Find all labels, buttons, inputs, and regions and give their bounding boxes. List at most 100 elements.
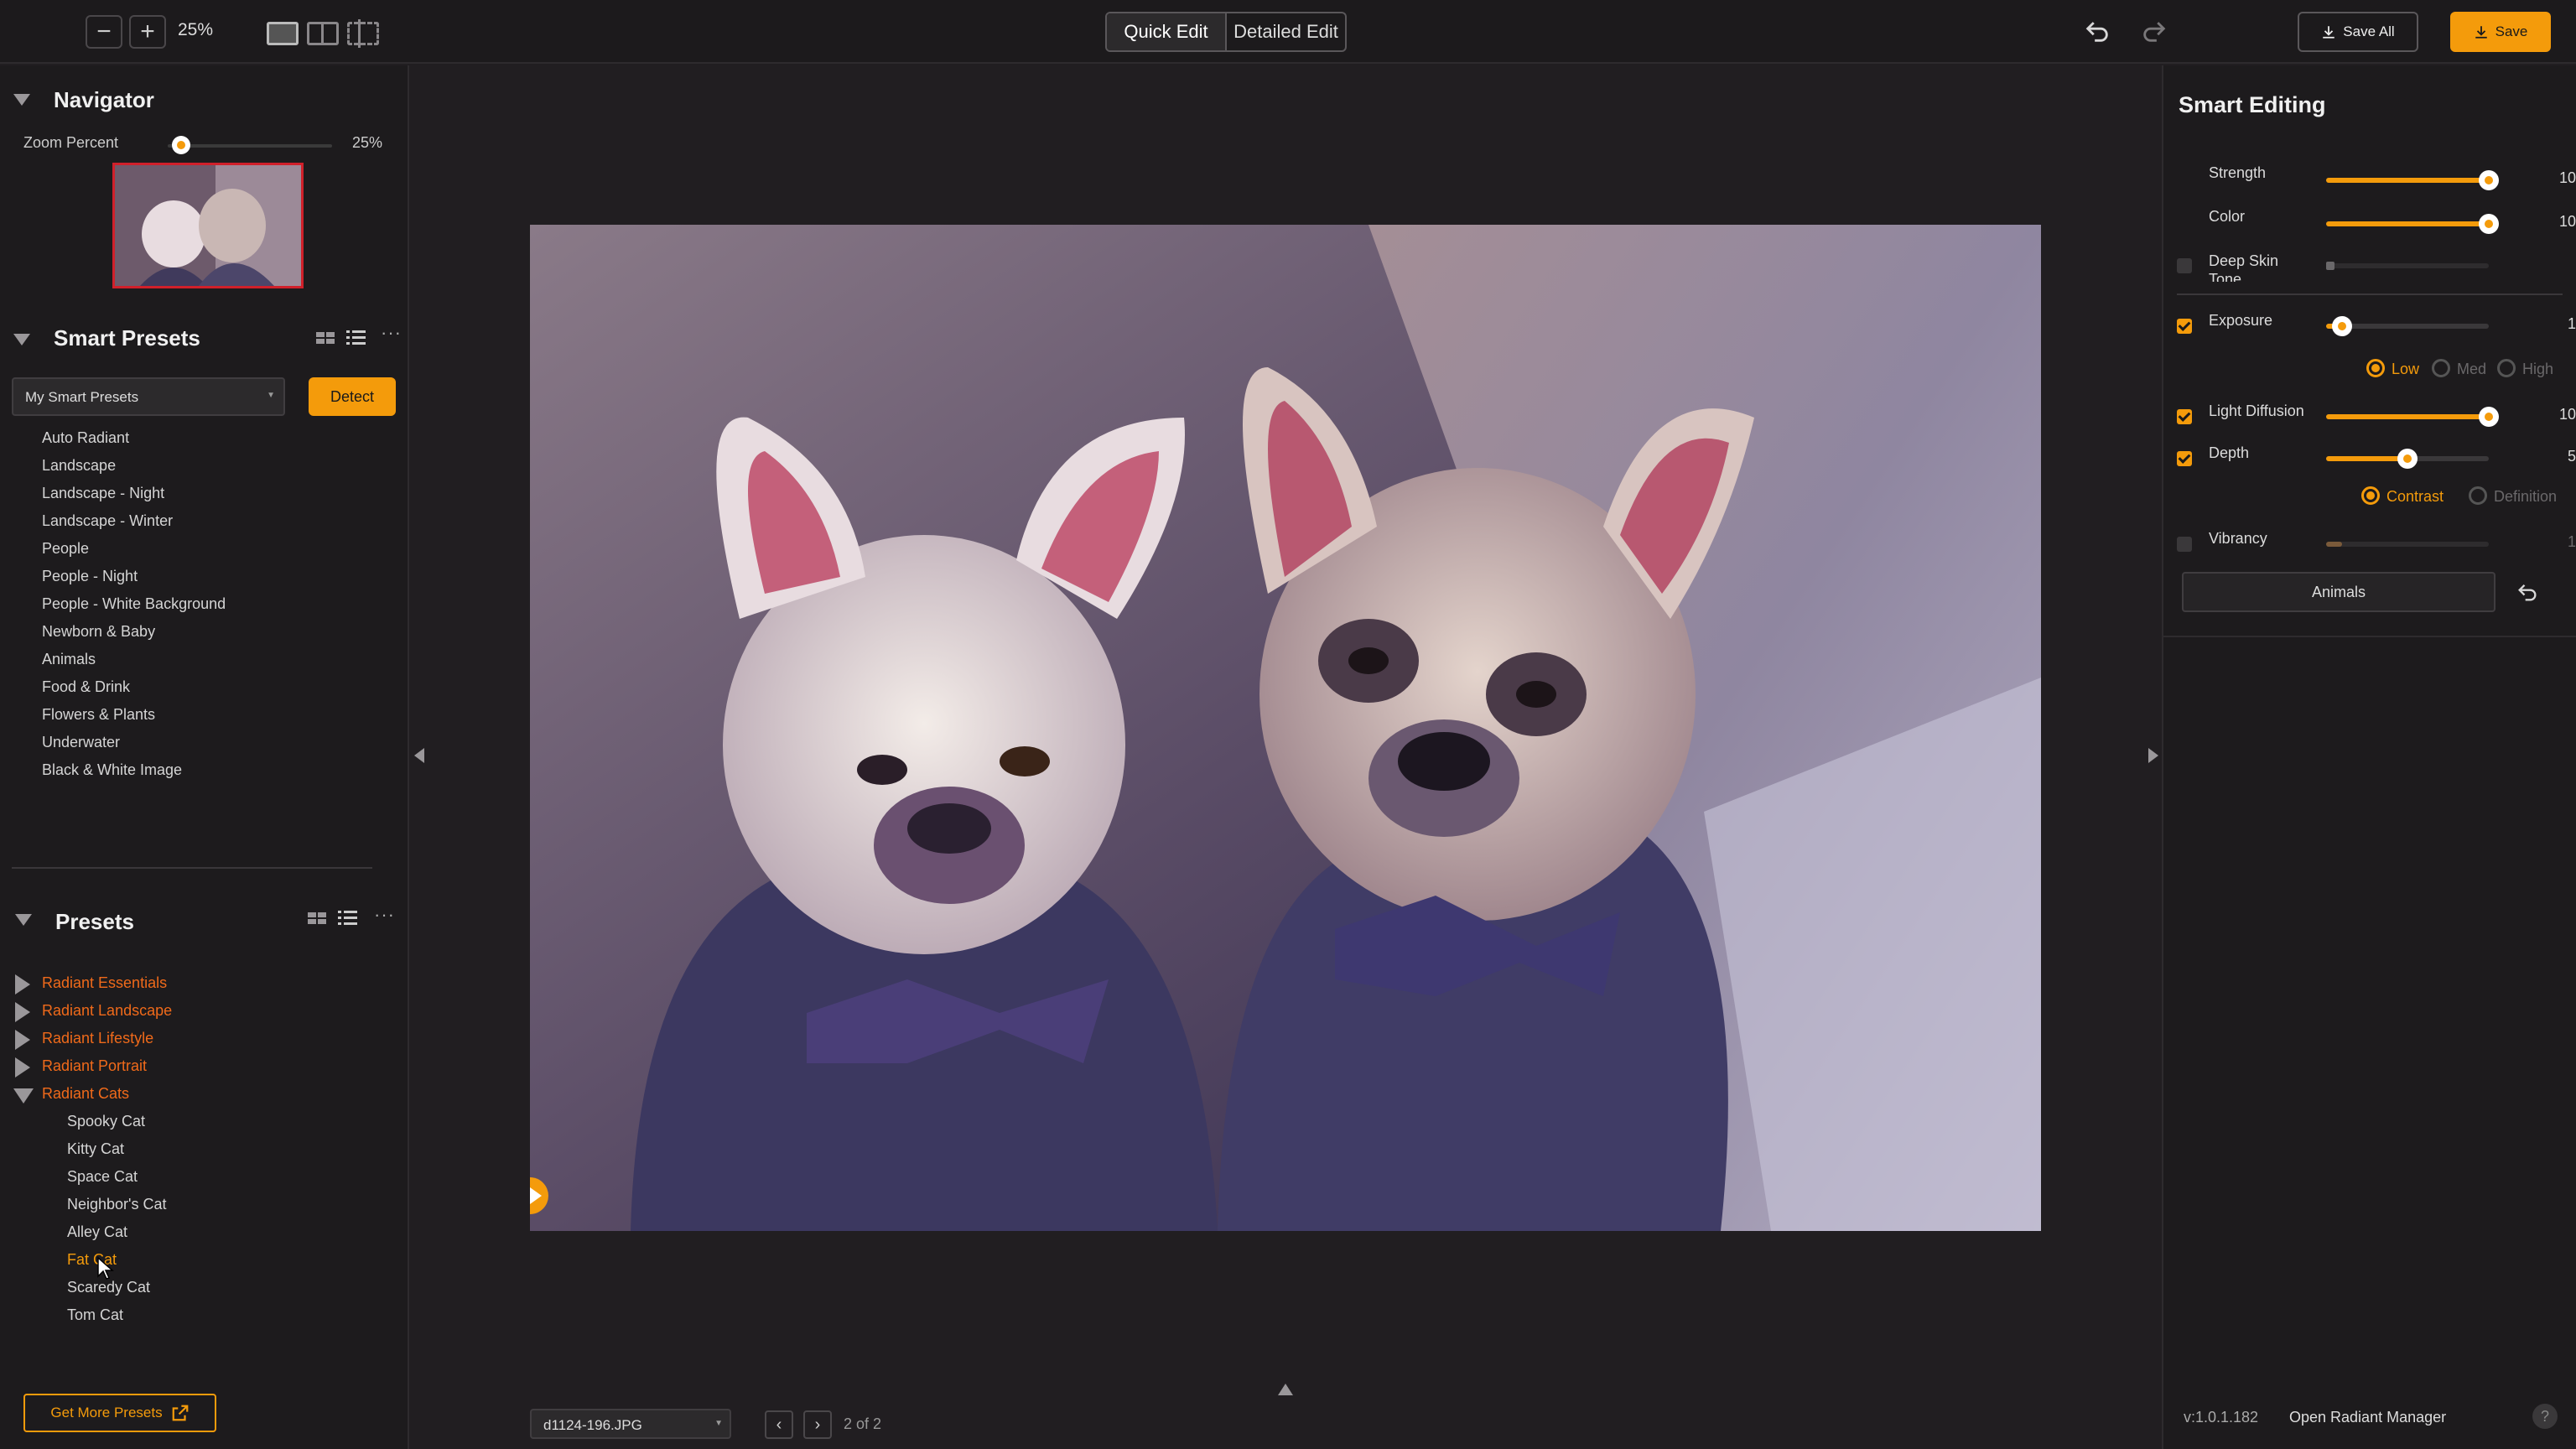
compare-view-icon[interactable] [347,19,379,48]
zoom-percent-value: 25% [352,134,383,151]
edit-mode-toggle: Quick Edit Detailed Edit [1105,12,1347,52]
zoom-in-icon: + [140,18,155,45]
collapse-right-panel-icon[interactable] [2148,748,2158,763]
smart-preset-item[interactable]: People - Night [42,568,138,585]
smart-preset-item[interactable]: Landscape - Night [42,485,164,502]
smart-preset-item[interactable]: Auto Radiant [42,429,129,447]
next-image-button[interactable]: › [803,1410,832,1439]
previous-image-button[interactable]: ‹ [765,1410,793,1439]
smart-preset-item[interactable]: Flowers & Plants [42,706,155,724]
strength-slider-knob[interactable] [2479,170,2499,190]
zoom-out-button[interactable]: − [86,15,122,49]
light-diffusion-checkbox[interactable] [2177,409,2192,424]
depth-definition-radio[interactable] [2469,486,2487,505]
preset-group[interactable]: Radiant Lifestyle [42,1030,153,1047]
preset-group[interactable]: Radiant Landscape [42,1002,172,1020]
color-value: 100 [2558,213,2576,230]
undo-icon[interactable] [2083,17,2111,45]
tab-detailed-edit[interactable]: Detailed Edit [1227,13,1345,50]
vibrancy-checkbox[interactable] [2177,537,2192,552]
smart-preset-button[interactable]: Animals [2182,572,2496,612]
exposure-low-radio[interactable] [2366,359,2385,377]
depth-contrast-radio[interactable] [2361,486,2380,505]
smart-preset-item[interactable]: Animals [42,651,96,668]
color-label: Color [2209,208,2246,225]
exposure-label: Exposure [2209,312,2273,329]
depth-checkbox[interactable] [2177,451,2192,466]
split-view-icon[interactable] [307,22,339,45]
reset-icon[interactable] [2516,580,2539,604]
exposure-med-radio[interactable] [2432,359,2450,377]
smart-preset-item[interactable]: Food & Drink [42,678,130,696]
expand-group-icon[interactable] [15,1002,30,1022]
save-all-button[interactable]: Save All [2298,12,2418,52]
save-all-label: Save All [2343,23,2395,39]
smart-presets-more-icon[interactable]: ··· [381,322,402,344]
redo-icon[interactable] [2140,17,2168,45]
tab-quick-edit[interactable]: Quick Edit [1107,13,1227,50]
depth-slider-knob[interactable] [2397,449,2418,469]
light-diffusion-slider-knob[interactable] [2479,407,2499,427]
expand-group-icon[interactable] [15,1030,30,1050]
get-more-presets-button[interactable]: Get More Presets [23,1394,216,1432]
smart-preset-item[interactable]: Newborn & Baby [42,623,155,641]
smart-preset-item[interactable]: Landscape - Winter [42,512,173,530]
play-arrow-icon [530,1187,542,1204]
strength-slider-fill [2326,178,2489,183]
preset-group[interactable]: Radiant Cats [42,1085,129,1103]
smart-preset-item[interactable]: People [42,540,89,558]
get-more-presets-label: Get More Presets [50,1405,163,1420]
grid-view-icon[interactable] [315,330,337,345]
list-view-icon[interactable] [345,329,367,347]
smart-preset-item[interactable]: People - White Background [42,595,226,613]
deep-skin-tone-value: 0 [2544,255,2576,273]
preset-item[interactable]: Space Cat [67,1168,138,1186]
exposure-high-radio[interactable] [2497,359,2516,377]
preset-item[interactable]: Neighbor's Cat [67,1196,167,1213]
vibrancy-slider[interactable] [2326,542,2489,547]
main-photo[interactable] [530,225,2041,1231]
save-button[interactable]: Save [2450,12,2551,52]
exposure-checkbox[interactable] [2177,319,2192,334]
single-view-icon[interactable] [267,22,299,45]
expand-group-icon[interactable] [15,974,30,995]
preset-item[interactable]: Tom Cat [67,1306,123,1324]
collapse-group-icon[interactable] [13,1088,34,1104]
preset-group[interactable]: Radiant Portrait [42,1057,147,1075]
collapse-smart-presets-icon[interactable] [13,334,30,345]
preset-item[interactable]: Spooky Cat [67,1113,145,1130]
exposure-slider-knob[interactable] [2332,316,2353,336]
detect-button[interactable]: Detect [309,377,396,416]
thumbnail-image [115,165,301,286]
preset-group[interactable]: Radiant Essentials [42,974,167,992]
deep-skin-tone-slider[interactable] [2326,263,2489,268]
smart-preset-item[interactable]: Landscape [42,457,116,475]
zoom-in-button[interactable]: + [129,15,166,49]
list-view-icon[interactable] [337,909,359,927]
download-icon [2475,26,2487,39]
help-icon[interactable]: ? [2532,1404,2558,1429]
zoom-level: 25% [178,20,214,39]
expand-filmstrip-icon[interactable] [1278,1384,1293,1395]
zoom-percent-slider[interactable] [168,144,332,148]
grid-view-icon[interactable] [307,911,329,926]
smart-presets-dropdown[interactable]: My Smart Presets ▼ [12,377,285,416]
depth-label: Depth [2209,444,2250,461]
smart-preset-item[interactable]: Black & White Image [42,761,182,779]
expand-group-icon[interactable] [15,1057,30,1078]
smart-preset-item[interactable]: Underwater [42,734,120,751]
preset-item[interactable]: Alley Cat [67,1223,127,1241]
collapse-navigator-icon[interactable] [13,94,30,106]
zoom-percent-knob[interactable] [171,136,190,154]
presets-more-icon[interactable]: ··· [374,904,395,926]
navigator-thumbnail[interactable] [112,163,304,288]
deep-skin-tone-checkbox[interactable] [2177,258,2192,273]
preset-item[interactable]: Scaredy Cat [67,1279,150,1296]
color-slider-knob[interactable] [2479,214,2499,234]
exposure-low-label: Low [2392,361,2420,377]
filename-dropdown[interactable]: d1124-196.JPG ▼ [530,1409,731,1439]
collapse-left-panel-icon[interactable] [414,748,424,763]
preset-item[interactable]: Kitty Cat [67,1140,124,1158]
open-radiant-manager-link[interactable]: Open Radiant Manager [2289,1409,2446,1426]
collapse-presets-icon[interactable] [15,914,32,926]
